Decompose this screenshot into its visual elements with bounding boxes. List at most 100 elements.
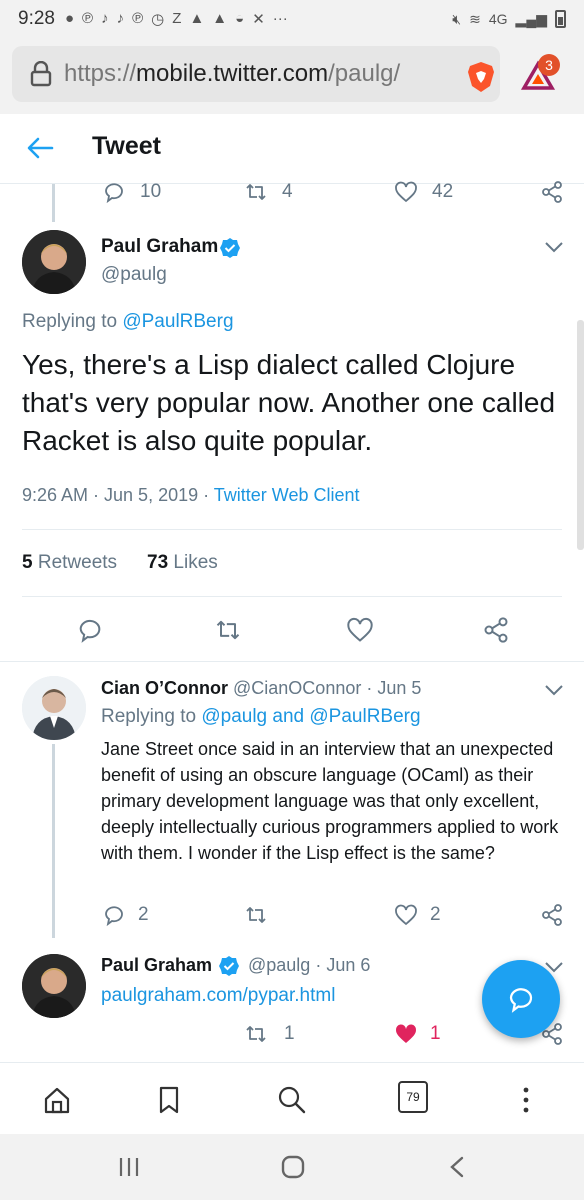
more-dots-icon: ··· bbox=[272, 10, 288, 27]
reply-link[interactable]: paulgraham.com/pypar.html bbox=[101, 985, 335, 1007]
search-icon[interactable] bbox=[277, 1085, 307, 1115]
z-icon: Z bbox=[172, 10, 182, 27]
liked-heart-icon[interactable] bbox=[394, 1022, 418, 1046]
reply1-like-count: 2 bbox=[430, 904, 441, 925]
replying-to-link[interactable]: @PaulRBerg bbox=[122, 311, 233, 332]
like-stats[interactable]: 73 Likes bbox=[147, 552, 218, 574]
tweet-text: Yes, there's a Lisp dialect called Cloju… bbox=[22, 349, 556, 456]
like-icon[interactable] bbox=[394, 903, 418, 927]
share-icon[interactable] bbox=[540, 903, 564, 927]
parent-reply-count: 10 bbox=[140, 181, 162, 202]
retweet-stats[interactable]: 5 Retweets bbox=[22, 552, 117, 574]
url-prefix: https:// bbox=[64, 60, 137, 87]
system-status: 🔇︎ ≋ 4G ▂▄▆ bbox=[452, 10, 566, 28]
retweet-icon[interactable] bbox=[214, 616, 242, 644]
reply-replying-to-line: Replying to @paulg and @PaulRBerg bbox=[101, 706, 421, 728]
replying-to-link[interactable]: @paulg and @PaulRBerg bbox=[201, 706, 420, 727]
replying-to-label: Replying to bbox=[22, 311, 118, 332]
notification-icons: ● ℗ ♪ ♪ ℗ ◷ Z ▲ ▲ ◒ ✕ ··· bbox=[65, 10, 288, 28]
pinterest-icon: ℗ bbox=[82, 10, 94, 27]
status-bar: 9:28 ● ℗ ♪ ♪ ℗ ◷ Z ▲ ▲ ◒ ✕ ··· 🔇︎ ≋ 4G ▂… bbox=[0, 0, 584, 38]
tweet-timestamp[interactable]: 9:26 AM · Jun 5, 2019 bbox=[22, 485, 198, 505]
reply-author-name[interactable]: Paul Graham bbox=[101, 955, 212, 975]
reply-author-handle[interactable]: @CianOConnor bbox=[233, 678, 361, 698]
verified-badge-icon bbox=[220, 238, 240, 258]
wifi-icon: ≋ bbox=[469, 10, 481, 27]
home-button-icon[interactable] bbox=[280, 1154, 306, 1180]
reply-date[interactable]: · Jun 6 bbox=[315, 955, 370, 975]
like-label: Likes bbox=[173, 552, 218, 573]
home-icon[interactable] bbox=[42, 1085, 72, 1115]
timer-icon: ◷ bbox=[151, 11, 165, 28]
bell-icon: ▲ bbox=[189, 10, 205, 27]
network-label: 4G bbox=[488, 11, 508, 27]
compose-reply-button[interactable] bbox=[482, 960, 560, 1038]
scrollbar-thumb[interactable] bbox=[577, 320, 584, 550]
status-time: 9:28 bbox=[18, 8, 55, 29]
tweet-meta: 9:26 AM · Jun 5, 2019 · Twitter Web Clie… bbox=[22, 485, 360, 506]
reply2-like-count: 1 bbox=[430, 1023, 441, 1044]
retweet-icon[interactable] bbox=[244, 1022, 268, 1046]
reply2-retweet-count: 1 bbox=[284, 1023, 295, 1044]
share-icon[interactable] bbox=[540, 180, 564, 204]
retweet-icon[interactable] bbox=[244, 903, 268, 927]
more-vertical-icon[interactable] bbox=[511, 1085, 541, 1115]
retweet-count: 5 bbox=[22, 552, 33, 573]
chevron-down-icon[interactable] bbox=[544, 240, 564, 254]
avatar-image bbox=[22, 954, 86, 1018]
author-handle[interactable]: @paulg bbox=[101, 264, 167, 286]
meta-separator: · bbox=[198, 485, 214, 505]
author-avatar[interactable] bbox=[22, 230, 86, 294]
pinterest-icon: ℗ bbox=[132, 10, 144, 27]
reply-text: Jane Street once said in an interview th… bbox=[101, 739, 559, 863]
back-arrow-icon[interactable] bbox=[26, 136, 54, 160]
signal-icon: ▂▄▆ bbox=[515, 10, 547, 27]
reply-author-handle[interactable]: @paulg bbox=[248, 955, 310, 975]
reply-icon[interactable] bbox=[102, 180, 126, 204]
reply-icon[interactable] bbox=[76, 616, 104, 644]
browser-bottom-bar: 79 bbox=[0, 1062, 584, 1134]
message-icon: ● bbox=[64, 10, 75, 27]
battery-icon bbox=[555, 10, 566, 28]
system-navigation-bar bbox=[0, 1134, 584, 1200]
reply1-reply-count: 2 bbox=[138, 904, 149, 925]
chevron-down-icon[interactable] bbox=[544, 683, 564, 697]
tiktok-icon: ♪ bbox=[116, 10, 125, 27]
author-name[interactable]: Paul Graham bbox=[101, 236, 218, 258]
lock-icon bbox=[30, 61, 52, 87]
like-icon[interactable] bbox=[394, 180, 418, 204]
reply-icon[interactable] bbox=[102, 903, 126, 927]
mute-icon: 🔇︎ bbox=[452, 10, 462, 27]
brave-shield-icon[interactable] bbox=[464, 60, 498, 94]
retweet-label: Retweets bbox=[37, 552, 118, 573]
reply-meta: @paulg · Jun 6 bbox=[248, 955, 370, 976]
reply-header: Paul Graham bbox=[101, 955, 212, 976]
retweet-icon[interactable] bbox=[244, 180, 268, 204]
x-icon: ✕ bbox=[252, 11, 265, 28]
tweet-client-link[interactable]: Twitter Web Client bbox=[214, 485, 360, 505]
tiktok-icon: ♪ bbox=[101, 10, 109, 27]
divider bbox=[22, 529, 562, 530]
reply-avatar[interactable] bbox=[22, 954, 86, 1018]
bookmark-icon[interactable] bbox=[154, 1085, 184, 1115]
browser-toolbar: https://mobile.twitter.com/paulg/ 3 bbox=[0, 38, 584, 114]
like-icon[interactable] bbox=[346, 616, 374, 644]
bowl-icon: ◒ bbox=[235, 10, 245, 27]
reply-avatar[interactable] bbox=[22, 676, 86, 740]
divider bbox=[22, 596, 562, 597]
tabs-button[interactable]: 79 bbox=[398, 1081, 428, 1113]
parent-like-count: 42 bbox=[432, 181, 454, 202]
share-icon[interactable] bbox=[482, 616, 510, 644]
reply-bubble-icon bbox=[509, 988, 533, 1013]
replying-to-line: Replying to @PaulRBerg bbox=[22, 311, 234, 333]
reply-author-name[interactable]: Cian O’Connor bbox=[101, 678, 228, 698]
reply-header: Cian O’Connor @CianOConnor · Jun 5 bbox=[101, 678, 421, 699]
reply-date[interactable]: · Jun 5 bbox=[366, 678, 421, 698]
back-button-icon[interactable] bbox=[447, 1155, 467, 1179]
page-title: Tweet bbox=[92, 132, 161, 160]
rewards-badge: 3 bbox=[538, 54, 560, 76]
thread-line bbox=[52, 184, 55, 222]
recent-apps-icon[interactable] bbox=[117, 1156, 141, 1178]
url-bar[interactable]: https://mobile.twitter.com/paulg/ bbox=[12, 46, 500, 102]
replying-to-label: Replying to bbox=[101, 706, 197, 727]
